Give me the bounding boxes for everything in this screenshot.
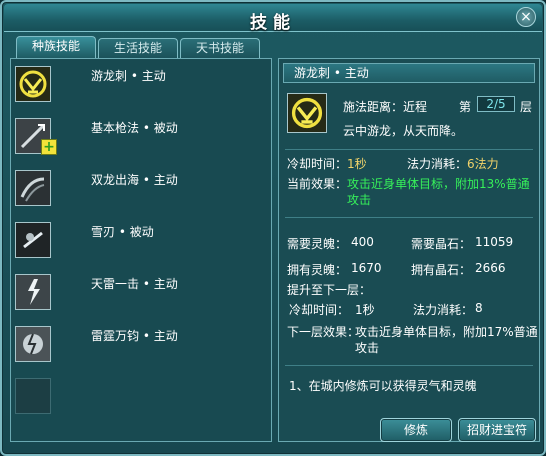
- divider: [285, 365, 533, 366]
- detail-header: 游龙刺 • 主动: [283, 63, 535, 83]
- window-title: 技能: [250, 13, 296, 33]
- train-button[interactable]: 修炼: [380, 418, 452, 442]
- mana-cost-label: 法力消耗：: [407, 157, 468, 171]
- own-soul-value: 1670: [351, 261, 382, 275]
- skill-row[interactable]: 游龙刺 • 主动: [11, 59, 271, 111]
- tab-book-skills[interactable]: 天书技能: [180, 38, 260, 58]
- next-cooldown-label: 冷却时间：: [289, 303, 350, 317]
- skill-description: 云中游龙，从天而降。: [343, 124, 464, 138]
- next-level-title: 提升至下一层：: [287, 283, 372, 297]
- own-crystal-label: 拥有晶石：: [411, 263, 472, 277]
- thunder-icon[interactable]: [15, 326, 51, 362]
- twin-dragon-icon[interactable]: [15, 170, 51, 206]
- skill-row: [11, 371, 271, 423]
- layer-suffix: 层: [520, 100, 533, 114]
- next-effect-line: 攻击近身单体目标，附加17%普通: [355, 325, 538, 339]
- upgrade-plus-icon[interactable]: +: [41, 139, 57, 155]
- layer-prefix: 第: [459, 100, 472, 114]
- current-effect-label: 当前效果：: [287, 177, 348, 191]
- need-crystal-value: 11059: [475, 235, 514, 249]
- lightning-icon[interactable]: [15, 274, 51, 310]
- skill-row[interactable]: 雪刃 • 被动: [11, 215, 271, 267]
- skill-detail-panel: 游龙刺 • 主动 施法距离： 近程 第 2/5 层 云中游龙，从天而降。 冷却时…: [278, 58, 540, 442]
- skill-name: 雪刃 • 被动: [91, 225, 154, 239]
- own-crystal-value: 2666: [475, 261, 506, 275]
- skill-row[interactable]: + 基本枪法 • 被动: [11, 111, 271, 163]
- tab-life-skills[interactable]: 生活技能: [98, 38, 178, 58]
- range-value: 近程: [403, 100, 428, 114]
- skill-list: 游龙刺 • 主动 + 基本枪法 • 被动 双龙出海 • 主动 雪刃 • 被动 天…: [10, 58, 272, 442]
- next-mana-label: 法力消耗：: [413, 303, 474, 317]
- tip-text: 1、在城内修炼可以获得灵气和灵魄: [289, 379, 477, 393]
- dragon-emblem-icon[interactable]: [15, 66, 51, 102]
- layer-value: 2/5: [477, 96, 515, 112]
- skill-row[interactable]: 雷霆万钧 • 主动: [11, 319, 271, 371]
- skills-window: 技能 × 种族技能 生活技能 天书技能 游龙刺 • 主动 + 基本枪法 • 被动…: [0, 0, 546, 456]
- tab-race-skills[interactable]: 种族技能: [16, 36, 96, 58]
- own-soul-label: 拥有灵魄：: [287, 263, 348, 277]
- close-button[interactable]: ×: [516, 7, 536, 27]
- skill-row[interactable]: 天雷一击 • 主动: [11, 267, 271, 319]
- title-bar: 技能 ×: [4, 4, 542, 33]
- cooldown-value: 1秒: [347, 157, 367, 171]
- dragon-emblem-icon: [287, 93, 327, 133]
- current-effect-line: 攻击: [347, 193, 372, 207]
- divider: [285, 217, 533, 218]
- snow-blade-icon[interactable]: [15, 222, 51, 258]
- skill-name: 游龙刺 • 主动: [91, 69, 166, 83]
- skill-name: 雷霆万钧 • 主动: [91, 329, 178, 343]
- skill-name: 基本枪法 • 被动: [91, 121, 178, 135]
- current-effect-line: 攻击近身单体目标，附加13%普通: [347, 177, 530, 191]
- empty-skill-slot: [15, 378, 51, 414]
- mana-cost-value: 6法力: [467, 157, 499, 171]
- need-crystal-label: 需要晶石：: [411, 237, 472, 251]
- skill-name: 双龙出海 • 主动: [91, 173, 178, 187]
- need-soul-label: 需要灵魄：: [287, 237, 348, 251]
- next-effect-label: 下一层效果：: [287, 325, 360, 339]
- cooldown-label: 冷却时间：: [287, 157, 348, 171]
- need-soul-value: 400: [351, 235, 374, 249]
- next-cooldown-value: 1秒: [355, 303, 375, 317]
- next-effect-line: 攻击: [355, 341, 380, 355]
- divider: [285, 149, 533, 150]
- fortune-charm-button[interactable]: 招财进宝符: [458, 418, 536, 442]
- skill-name: 天雷一击 • 主动: [91, 277, 178, 291]
- range-label: 施法距离：: [343, 100, 404, 114]
- skill-row[interactable]: 双龙出海 • 主动: [11, 163, 271, 215]
- next-mana-value: 8: [475, 301, 483, 315]
